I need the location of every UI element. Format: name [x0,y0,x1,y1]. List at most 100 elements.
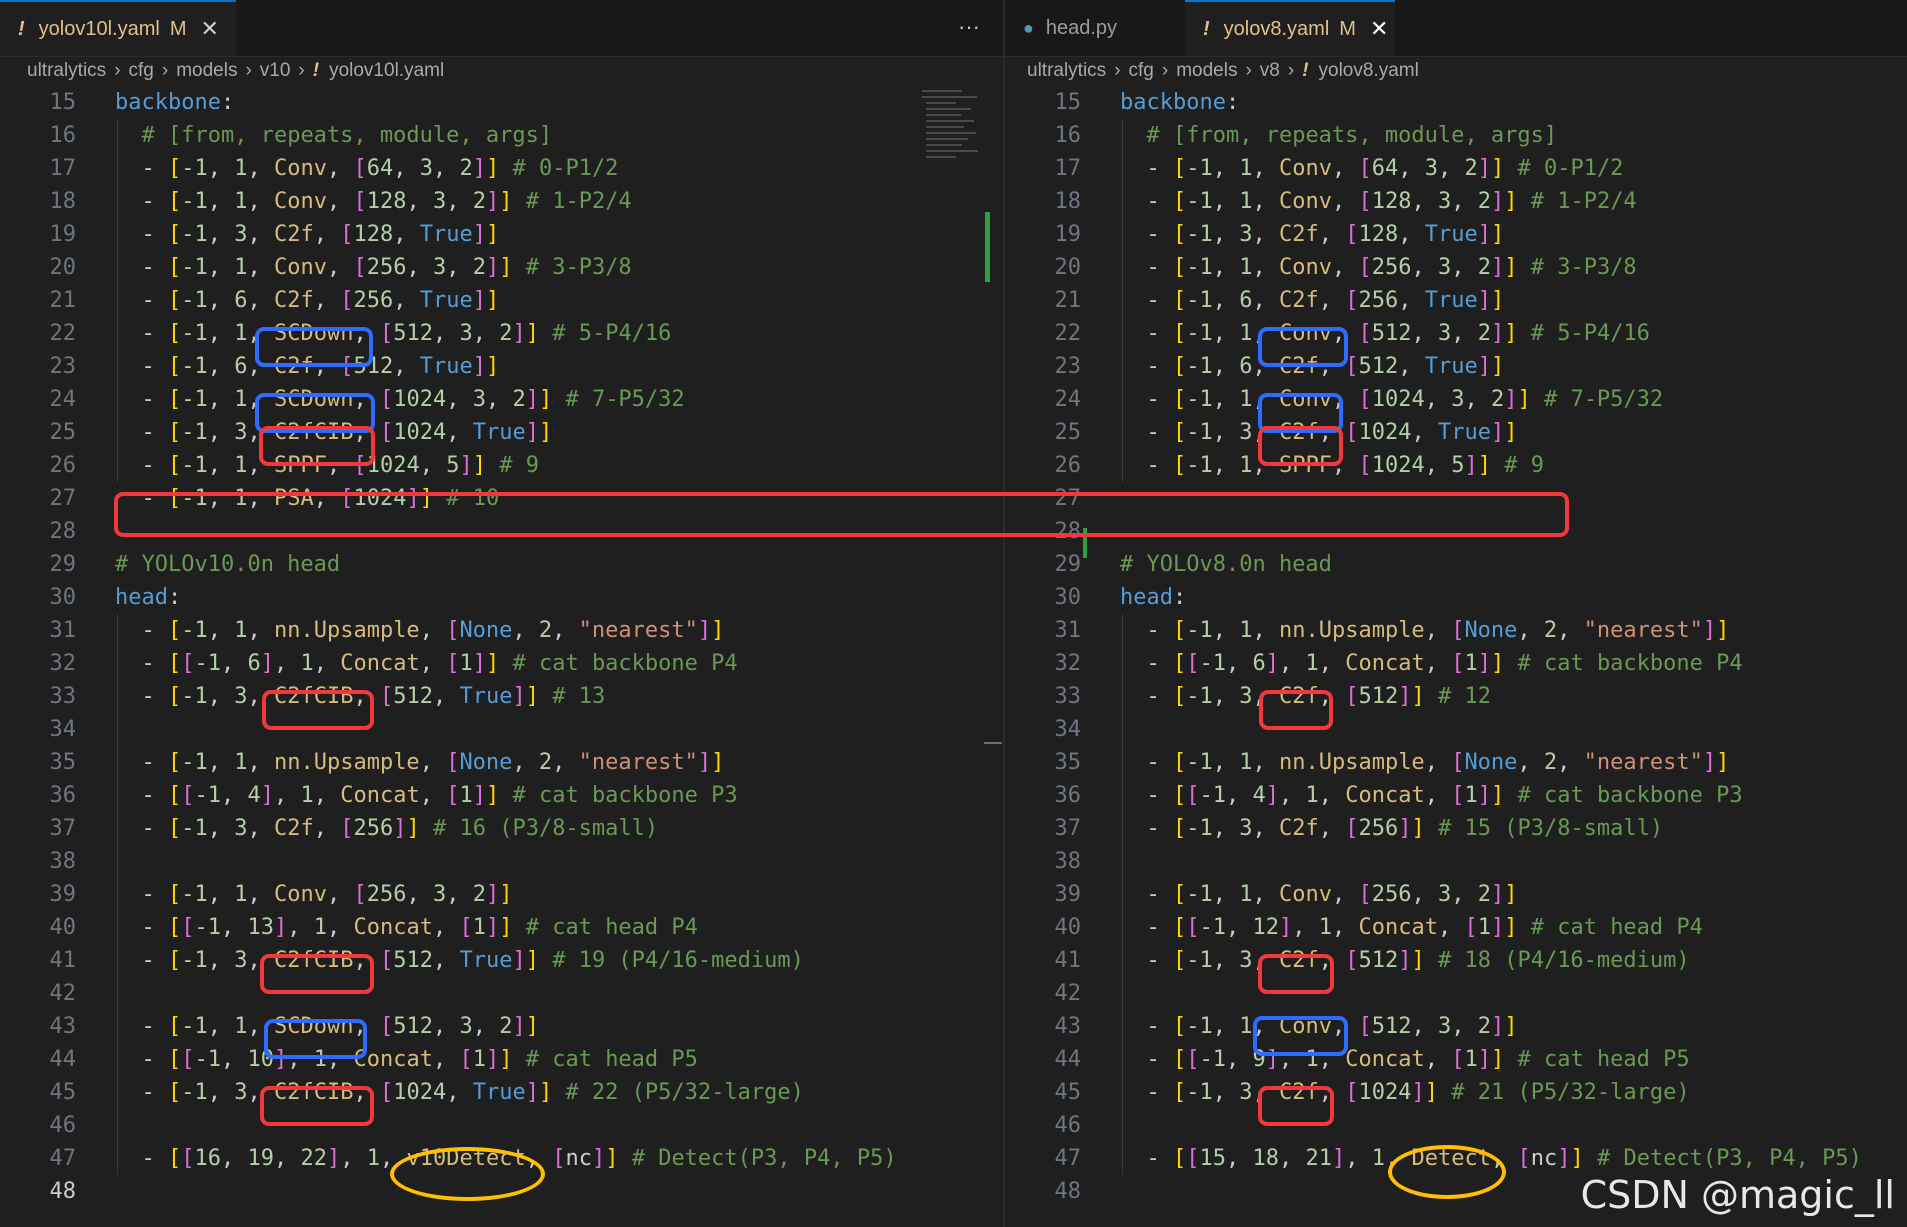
code-line[interactable]: 41 - [-1, 3, C2f, [512]] # 18 (P4/16-med… [1005,944,1907,977]
code-line[interactable]: 30 head: [1005,581,1907,614]
code-line[interactable]: 22 - [-1, 1, SCDown, [512, 3, 2]] # 5-P4… [0,317,1003,350]
code-line[interactable]: 29 # YOLOv10.0n head [0,548,1003,581]
code-line[interactable]: 48 [0,1175,1003,1208]
breadcrumb-item[interactable]: yolov8.yaml [1319,60,1419,82]
code-line[interactable]: 25 - [-1, 3, C2fCIB, [1024, True]] [0,416,1003,449]
code-line[interactable]: 44 - [[-1, 10], 1, Concat, [1]] # cat he… [0,1043,1003,1076]
code-line[interactable]: 32 - [[-1, 6], 1, Concat, [1]] # cat bac… [1005,647,1907,680]
breadcrumb-item[interactable]: cfg [129,60,154,82]
code-line[interactable]: 43 - [-1, 1, SCDown, [512, 3, 2]] [0,1010,1003,1043]
code-line[interactable]: 28 [0,515,1003,548]
code-line[interactable]: 42 [1005,977,1907,1010]
code-line[interactable]: 15 backbone: [0,86,1003,119]
code-line[interactable]: 27 [1005,482,1907,515]
close-icon[interactable]: ✕ [201,16,219,42]
scrollbar-thumb[interactable] [984,742,1002,744]
code-line[interactable]: 35 - [-1, 1, nn.Upsample, [None, 2, "nea… [1005,746,1907,779]
line-number: 15 [49,90,77,115]
breadcrumb-item[interactable]: ultralytics [1027,60,1106,82]
code-token: 1 [1239,156,1253,181]
code-line[interactable]: 24 - [-1, 1, SCDown, [1024, 3, 2]] # 7-P… [0,383,1003,416]
code-line[interactable]: 18 - [-1, 1, Conv, [128, 3, 2]] # 1-P2/4 [0,185,1003,218]
code-line[interactable]: 34 [0,713,1003,746]
code-line[interactable]: 37 - [-1, 3, C2f, [256]] # 15 (P3/8-smal… [1005,812,1907,845]
tab-head-py[interactable]: ● head.py [1005,0,1183,56]
code-line[interactable]: 19 - [-1, 3, C2f, [128, True]] [0,218,1003,251]
code-line[interactable]: 26 - [-1, 1, SPPF, [1024, 5]] # 9 [0,449,1003,482]
code-line[interactable]: 28 [1005,515,1907,548]
code-line[interactable]: 29 # YOLOv8.0n head [1005,548,1907,581]
code-line[interactable]: 40 - [[-1, 13], 1, Concat, [1]] # cat he… [0,911,1003,944]
line-number: 33 [49,684,77,709]
code-token: , [393,288,420,313]
code-line[interactable]: 17 - [-1, 1, Conv, [64, 3, 2]] # 0-P1/2 [0,152,1003,185]
code-line[interactable]: 42 [0,977,1003,1010]
code-line[interactable]: 16 # [from, repeats, module, args] [1005,119,1907,152]
breadcrumb-item[interactable]: v8 [1260,60,1280,82]
code-line[interactable]: 31 - [-1, 1, nn.Upsample, [None, 2, "nea… [0,614,1003,647]
code-line[interactable]: 38 [1005,845,1907,878]
code-line[interactable]: 27 - [-1, 1, PSA, [1024]] # 10 [0,482,1003,515]
breadcrumb-item[interactable]: models [1176,60,1237,82]
code-line[interactable]: 45 - [-1, 3, C2fCIB, [1024, True]] # 22 … [0,1076,1003,1109]
code-line[interactable]: 26 - [-1, 1, SPPF, [1024, 5]] # 9 [1005,449,1907,482]
code-line[interactable]: 16 # [from, repeats, module, args] [0,119,1003,152]
code-line[interactable]: 19 - [-1, 3, C2f, [128, True]] [1005,218,1907,251]
code-line[interactable]: 21 - [-1, 6, C2f, [256, True]] [0,284,1003,317]
code-editor-right[interactable]: 15 backbone: 16 # [from, repeats, module, … [1005,86,1907,1227]
code-token: 3 [1437,189,1452,214]
code-line[interactable]: 20 - [-1, 1, Conv, [256, 3, 2]] # 3-P3/8 [0,251,1003,284]
code-line[interactable]: 33 - [-1, 3, C2fCIB, [512, True]] # 13 [0,680,1003,713]
code-line[interactable]: 38 [0,845,1003,878]
code-token: 3 [234,222,248,247]
tab-yolov8-yaml[interactable]: ! yolov8.yaml M ✕ [1185,0,1395,56]
code-line[interactable]: 22 - [-1, 1, Conv, [512, 3, 2]] # 5-P4/1… [1005,317,1907,350]
breadcrumb-item[interactable]: cfg [1129,60,1154,82]
code-token: ] [472,156,486,181]
code-line[interactable]: 31 - [-1, 1, nn.Upsample, [None, 2, "nea… [1005,614,1907,647]
code-line[interactable]: 20 - [-1, 1, Conv, [256, 3, 2]] # 3-P3/8 [1005,251,1907,284]
code-token: , [273,651,301,676]
code-line[interactable]: 45 - [-1, 3, C2f, [1024]] # 21 (P5/32-la… [1005,1076,1907,1109]
code-editor-left[interactable]: 15 backbone: 16 # [from, repeats, module, … [0,86,1003,1227]
code-line[interactable]: 15 backbone: [1005,86,1907,119]
code-line[interactable]: 39 - [-1, 1, Conv, [256, 3, 2]] [1005,878,1907,911]
code-line[interactable]: 46 [1005,1109,1907,1142]
breadcrumb-item[interactable]: ultralytics [27,60,106,82]
code-line[interactable]: 34 [1005,713,1907,746]
code-line[interactable]: 33 - [-1, 3, C2f, [512]] # 12 [1005,680,1907,713]
code-line[interactable]: 21 - [-1, 6, C2f, [256, True]] [1005,284,1907,317]
code-line[interactable]: 35 - [-1, 1, nn.Upsample, [None, 2, "nea… [0,746,1003,779]
minimap[interactable] [918,86,988,186]
code-line[interactable]: 32 - [[-1, 6], 1, Concat, [1]] # cat bac… [0,647,1003,680]
code-line[interactable]: 18 - [-1, 1, Conv, [128, 3, 2]] # 1-P2/4 [1005,185,1907,218]
code-line[interactable]: 43 - [-1, 1, Conv, [512, 3, 2]] [1005,1010,1907,1043]
breadcrumb-item[interactable]: yolov10l.yaml [329,60,444,82]
code-line[interactable]: 36 - [[-1, 4], 1, Concat, [1]] # cat bac… [1005,779,1907,812]
code-line[interactable]: 41 - [-1, 3, C2fCIB, [512, True]] # 19 (… [0,944,1003,977]
code-token: , [432,948,460,973]
code-line[interactable]: 36 - [[-1, 4], 1, Concat, [1]] # cat bac… [0,779,1003,812]
breadcrumb-item[interactable]: models [176,60,237,82]
code-token: -1 [1186,948,1213,973]
code-line[interactable]: 46 [0,1109,1003,1142]
code-line[interactable]: 39 - [-1, 1, Conv, [256, 3, 2]] [0,878,1003,911]
code-line[interactable]: 25 - [-1, 3, C2f, [1024, True]] [1005,416,1907,449]
code-line[interactable]: 37 - [-1, 3, C2f, [256]] # 16 (P3/8-smal… [0,812,1003,845]
code-token: , [1411,189,1438,214]
code-line[interactable]: 47 - [[16, 19, 22], 1, v10Detect, [nc]] … [0,1142,1003,1175]
code-line[interactable]: 44 - [[-1, 9], 1, Concat, [1]] # cat hea… [1005,1043,1907,1076]
tab-yolov10l-yaml[interactable]: ! yolov10l.yaml M ✕ [0,0,236,56]
chevron-right-icon: › [1114,60,1121,81]
close-icon[interactable]: ✕ [1370,16,1388,42]
code-line[interactable]: 23 - [-1, 6, C2f, [512, True]] [0,350,1003,383]
code-line[interactable]: 30 head: [0,581,1003,614]
code-line[interactable]: 23 - [-1, 6, C2f, [512, True]] [1005,350,1907,383]
code-line[interactable]: 24 - [-1, 1, Conv, [1024, 3, 2]] # 7-P5/… [1005,383,1907,416]
code-line[interactable]: 47 - [[15, 18, 21], 1, Detect, [nc]] # D… [1005,1142,1907,1175]
code-line[interactable]: 40 - [[-1, 12], 1, Concat, [1]] # cat he… [1005,911,1907,944]
more-actions-icon[interactable]: ··· [958,14,980,40]
code-line[interactable]: 17 - [-1, 1, Conv, [64, 3, 2]] # 0-P1/2 [1005,152,1907,185]
code-token: , [313,222,341,247]
breadcrumb-item[interactable]: v10 [260,60,291,82]
